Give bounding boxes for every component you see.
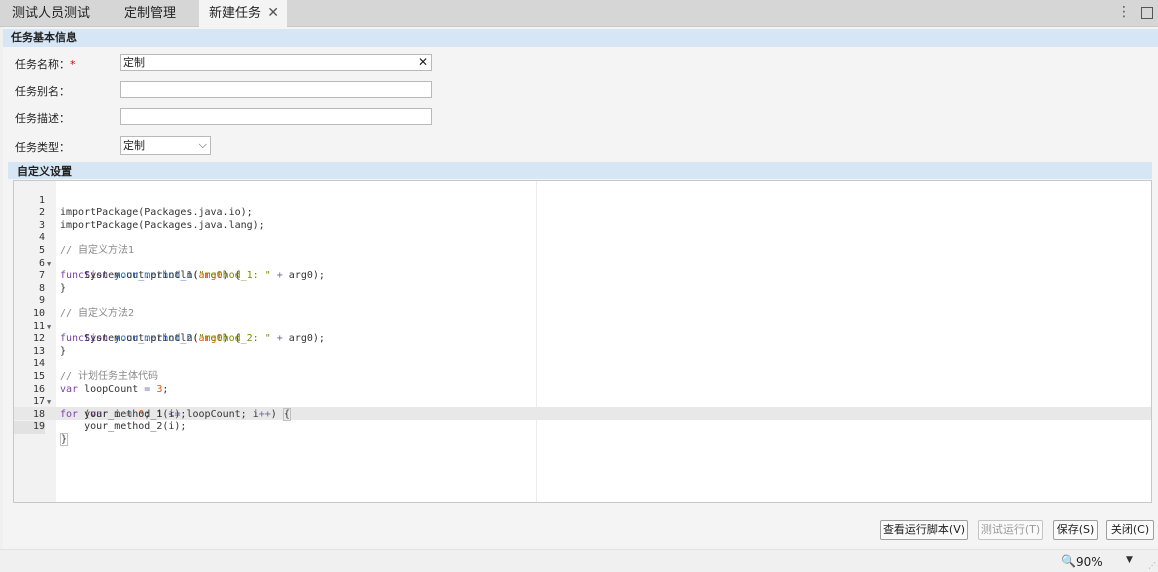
code-line-active: 19 } (14, 409, 1151, 446)
select-value: 定制 (123, 139, 145, 152)
close-button[interactable]: 关闭(C) (1106, 520, 1154, 540)
code-line: 8 (14, 270, 1151, 294)
task-type-label: 任务类型： (15, 141, 70, 154)
code-line: 12 } (14, 321, 1151, 357)
code-line: 1 importPackage(Packages.java.io); (14, 182, 1151, 219)
task-alias-input[interactable] (120, 81, 432, 98)
code-line: 6 System.out.println("method_1: " + arg0… (14, 245, 1151, 282)
code-line: 3 (14, 207, 1151, 231)
tab-new-task[interactable]: 新建任务 ✕ (199, 0, 287, 28)
code-line: 13 (14, 333, 1151, 357)
custom-settings-header: 自定义设置 (8, 162, 1152, 179)
tab-custom-management[interactable]: 定制管理 (112, 0, 198, 27)
code-line: 10 ▼ function your_method_2(arg0) { (14, 295, 1151, 344)
code-line: 5 ▼ function your_method_1(arg0) { (14, 232, 1151, 281)
code-line: 9 // 自定义方法2 (14, 283, 1151, 319)
input-value: 定制 (123, 56, 145, 69)
matched-bracket: } (60, 432, 69, 446)
task-type-select[interactable]: 定制 ⌵ (120, 136, 211, 155)
task-name-input[interactable]: 定制 ✕ (120, 54, 432, 71)
zoom-icon: 🔍 (1061, 554, 1076, 568)
task-name-label: 任务名称：* (15, 56, 76, 72)
task-description-label: 任务描述： (15, 112, 70, 125)
task-description-input[interactable] (120, 108, 432, 125)
code-line: 14 // 计划任务主体代码 (14, 346, 1151, 382)
chevron-down-icon: ⌵ (198, 138, 207, 151)
code-editor[interactable]: 1 importPackage(Packages.java.io); 2 imp… (13, 180, 1152, 503)
task-alias-label: 任务别名： (15, 85, 70, 98)
close-icon[interactable]: ✕ (267, 0, 279, 27)
test-run-button[interactable]: 测试运行(T) (978, 520, 1043, 540)
code-line: 2 importPackage(Packages.java.lang); (14, 195, 1151, 231)
code-line: 17 your_method_1(i); (14, 384, 1151, 420)
tab-label: 定制管理 (124, 6, 177, 21)
code-line: 16 ▼ for (var i = 0; i <= loopCount; i++… (14, 371, 1151, 421)
tab-label: 测试人员测试 (12, 6, 91, 21)
tab-tester-test[interactable]: 测试人员测试 (0, 0, 111, 27)
basic-info-header: 任务基本信息 (3, 29, 1158, 47)
view-run-script-button[interactable]: 查看运行脚本(V) (880, 520, 968, 540)
resize-grip-icon[interactable]: ⋰ (1148, 561, 1156, 570)
maximize-icon[interactable] (1141, 7, 1153, 19)
code-line: 11 System.out.println("method_2: " + arg… (14, 308, 1151, 345)
section-title: 任务基本信息 (11, 31, 77, 44)
status-bar: 🔍 90% ▼ ⋰ (0, 549, 1158, 572)
section-title: 自定义设置 (17, 165, 72, 178)
zoom-level[interactable]: 90% (1076, 555, 1103, 569)
chevron-down-icon[interactable]: ▼ (1126, 555, 1133, 565)
code-line: 4 // 自定义方法1 (14, 220, 1151, 256)
new-task-panel: 任务基本信息 任务名称：* 定制 ✕ 任务别名： 任务描述： 任务类型： 定制 … (3, 27, 1158, 549)
code-line: 18 your_method_2(i); (14, 396, 1151, 433)
code-line: 7 } (14, 258, 1151, 294)
tab-bar: 测试人员测试 定制管理 新建任务 ✕ ⋮ (0, 0, 1158, 28)
clear-icon[interactable]: ✕ (418, 55, 428, 70)
more-menu-icon[interactable]: ⋮ (1117, 4, 1131, 20)
label-text: 任务名称： (15, 58, 70, 71)
line-number: 19 (14, 421, 45, 434)
code-text: your_method_2(i); (84, 421, 187, 433)
save-button[interactable]: 保存(S) (1053, 520, 1098, 540)
code-line: 15 var loopCount = 3; (14, 358, 1151, 395)
required-mark: * (70, 58, 76, 71)
tab-label: 新建任务 (209, 6, 262, 21)
